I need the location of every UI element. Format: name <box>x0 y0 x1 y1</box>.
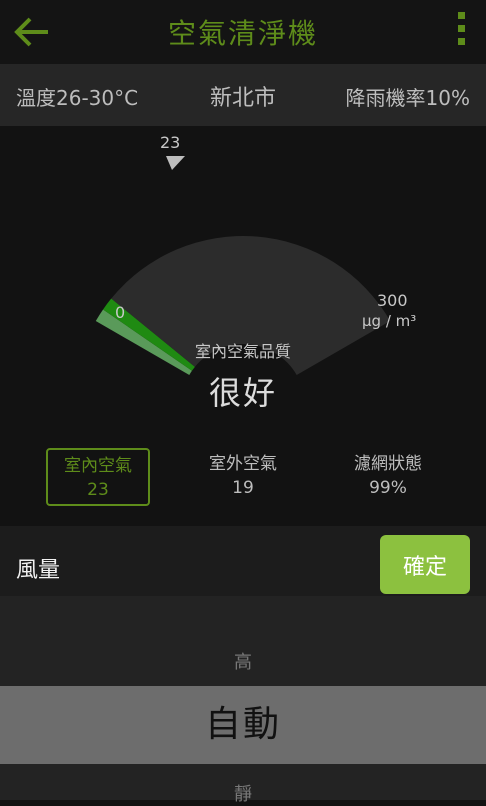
stat-label: 室外空氣 <box>209 454 277 474</box>
stat-label: 室內空氣 <box>64 456 132 476</box>
picker-option-selected[interactable]: 自動 <box>0 686 486 764</box>
stat-label: 濾網狀態 <box>354 454 422 474</box>
stats-row: 室內空氣 23 室外空氣 19 濾網狀態 99% <box>0 446 486 526</box>
outdoor-air-tab[interactable]: 室外空氣 19 <box>191 448 295 506</box>
quality-readout: 室內空氣品質 很好 <box>0 338 486 414</box>
stat-value: 99% <box>369 478 407 498</box>
page-title: 空氣清淨機 <box>167 17 318 50</box>
gauge-current-value: 23 <box>160 133 180 152</box>
stat-value: 23 <box>87 480 109 500</box>
filter-status-tab[interactable]: 濾網狀態 99% <box>336 448 440 506</box>
more-menu-button[interactable] <box>454 12 468 52</box>
weather-info-bar: 溫度26-30°C 新北市 降雨機率10% <box>0 64 486 126</box>
gauge-pointer-icon <box>166 156 185 170</box>
picker-option-below[interactable]: 靜 <box>0 780 486 806</box>
picker-selected-label: 自動 <box>204 704 281 745</box>
stat-value: 19 <box>232 478 254 498</box>
gauge-max-label: 300 <box>377 291 408 310</box>
quality-label: 室內空氣品質 <box>194 342 291 361</box>
quality-value: 很好 <box>208 374 277 412</box>
fan-speed-picker[interactable]: 高 自動 靜 <box>0 596 486 805</box>
gauge-min-label: 0 <box>115 303 125 322</box>
more-vertical-icon <box>457 12 465 19</box>
gauge-unit-label: µg / m³ <box>362 312 416 330</box>
rain-probability-text: 降雨機率10% <box>345 86 470 110</box>
fan-speed-panel: 風量 確定 高 自動 靜 <box>0 526 486 805</box>
fan-speed-label: 風量 <box>16 558 61 583</box>
top-bar: 空氣清淨機 <box>0 0 486 64</box>
indoor-air-tab[interactable]: 室內空氣 23 <box>46 448 150 506</box>
confirm-button[interactable]: 確定 <box>380 535 470 594</box>
picker-option-above[interactable]: 高 <box>0 648 486 674</box>
